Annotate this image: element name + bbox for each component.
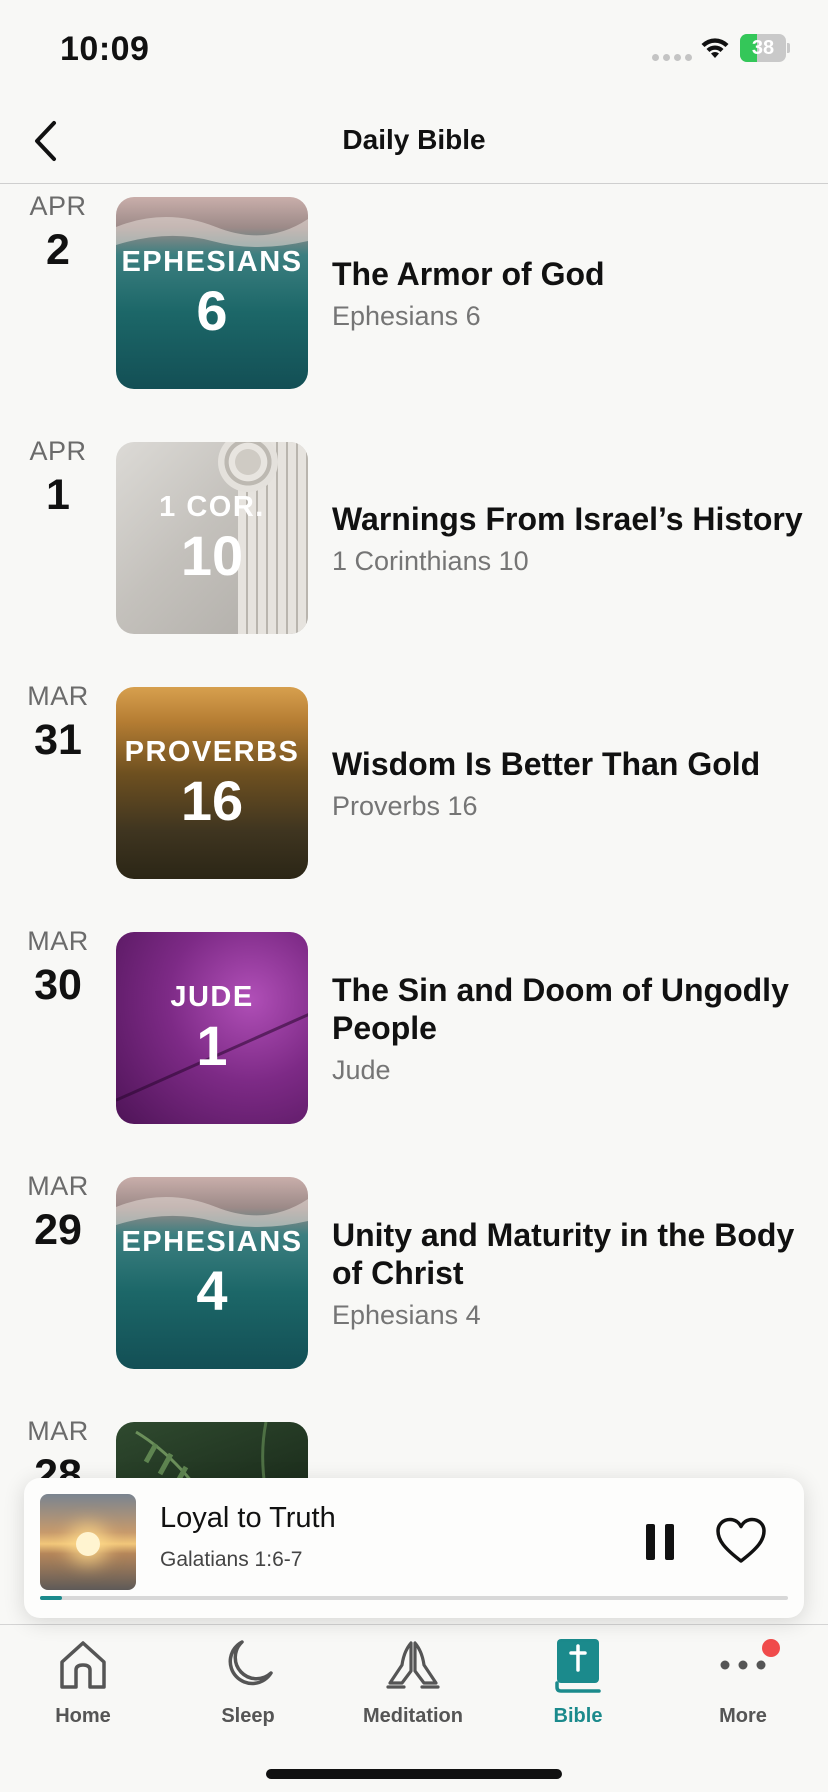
date-label: MAR 29 (0, 1171, 116, 1255)
status-bar: 10:09 38 (0, 0, 828, 100)
thumbnail-chapter: 4 (196, 1258, 228, 1322)
bible-icon (555, 1639, 601, 1693)
date-label: MAR 31 (0, 681, 116, 765)
reading-passage: Jude (332, 1054, 391, 1085)
reading-passage: Ephesians 4 (332, 1299, 481, 1330)
home-indicator (266, 1769, 562, 1779)
list-item[interactable]: MAR 31 PROVERBS 16 Wisdom Is Better Than… (0, 675, 828, 879)
player-passage: Galatians 1:6-7 (160, 1548, 303, 1571)
playback-progress[interactable] (40, 1596, 788, 1600)
thumbnail-book: EPHESIANS (121, 1225, 303, 1258)
player-artwork (40, 1494, 136, 1590)
list-item[interactable]: APR 2 EPHESIANS 6 The Armor of God Ephes… (0, 185, 828, 389)
moon-icon (228, 1640, 273, 1686)
wifi-icon (701, 38, 729, 58)
date-month: MAR (27, 1416, 89, 1446)
reading-thumbnail: PROVERBS 16 (116, 687, 308, 879)
thumbnail-book: EPHESIANS (121, 245, 303, 278)
date-label: MAR 30 (0, 926, 116, 1010)
reading-thumbnail: JUDE 1 (116, 932, 308, 1124)
date-day: 31 (34, 716, 82, 764)
pause-icon (646, 1524, 674, 1560)
tab-label: Bible (553, 1705, 603, 1727)
thumbnail-chapter: 10 (180, 523, 244, 587)
navigation-bar: Daily Bible (0, 100, 828, 184)
cellular-signal-icon (652, 54, 692, 61)
list-item[interactable]: APR 1 1 COR. 10 Warnings From Israel’s H… (0, 430, 828, 634)
battery-percent: 38 (751, 37, 775, 59)
reading-passage: Ephesians 6 (332, 300, 481, 331)
heart-icon (716, 1517, 766, 1563)
player-title: Loyal to Truth (160, 1502, 336, 1534)
home-icon (60, 1641, 106, 1689)
date-month: APR (29, 191, 87, 221)
tab-sleep[interactable]: Sleep (173, 1635, 323, 1745)
page-title: Daily Bible (342, 124, 486, 155)
reading-thumbnail: EPHESIANS 6 (116, 197, 308, 389)
reading-title: The Armor of God (332, 255, 605, 292)
status-time: 10:09 (60, 30, 150, 68)
reading-passage: Proverbs 16 (332, 790, 478, 821)
tab-label: Home (55, 1705, 111, 1727)
praying-hands-icon (386, 1641, 440, 1689)
list-item[interactable]: MAR 29 EPHESIANS 4 Unity and Maturity in… (0, 1165, 828, 1369)
mini-player[interactable]: Loyal to Truth Galatians 1:6-7 (24, 1478, 804, 1618)
reading-title: Warnings From Israel’s History (332, 500, 803, 537)
reading-title: The Sin and Doom of Ungodly People (332, 971, 789, 1046)
date-day: 30 (34, 961, 82, 1009)
reading-list: APR 2 EPHESIANS 6 The Armor of God Ephes… (0, 185, 828, 1625)
thumbnail-chapter: 6 (196, 278, 228, 342)
thumbnail-book: 1 COR. (159, 490, 265, 523)
battery-icon: 38 (740, 34, 790, 62)
thumbnail-chapter: 1 (196, 1013, 228, 1077)
reading-title: Wisdom Is Better Than Gold (332, 745, 761, 782)
list-item[interactable]: MAR 30 JUDE 1 The Sin and Doom of Ungodl… (0, 920, 828, 1124)
pause-button[interactable] (640, 1520, 680, 1564)
tab-label: More (719, 1705, 767, 1727)
more-icon (720, 1660, 766, 1670)
thumbnail-book: JUDE (170, 980, 254, 1013)
tab-label: Meditation (363, 1705, 463, 1727)
date-day: 2 (46, 226, 70, 274)
favorite-button[interactable] (714, 1516, 768, 1566)
reading-title: Unity and Maturity in the Body of Christ (332, 1216, 795, 1291)
date-day: 1 (46, 471, 70, 519)
reading-thumbnail: 1 COR. 10 (116, 442, 308, 634)
date-month: MAR (27, 1171, 89, 1201)
notification-badge (762, 1639, 780, 1657)
date-label: APR 1 (0, 436, 116, 520)
tab-bar: Home Sleep Meditation Bible More (0, 1624, 828, 1792)
date-month: APR (29, 436, 87, 466)
reading-passage: 1 Corinthians 10 (332, 545, 529, 576)
tab-label: Sleep (221, 1705, 275, 1727)
tab-bible[interactable]: Bible (503, 1635, 653, 1745)
reading-thumbnail: EPHESIANS 4 (116, 1177, 308, 1369)
date-month: MAR (27, 681, 89, 711)
date-day: 29 (34, 1206, 82, 1254)
thumbnail-book: PROVERBS (124, 735, 300, 768)
date-month: MAR (27, 926, 89, 956)
thumbnail-chapter: 16 (180, 768, 244, 832)
playback-progress-fill (40, 1596, 63, 1600)
tab-more[interactable]: More (668, 1635, 818, 1745)
tab-home[interactable]: Home (8, 1635, 158, 1745)
date-label: APR 2 (0, 191, 116, 275)
tab-meditation[interactable]: Meditation (338, 1635, 488, 1745)
